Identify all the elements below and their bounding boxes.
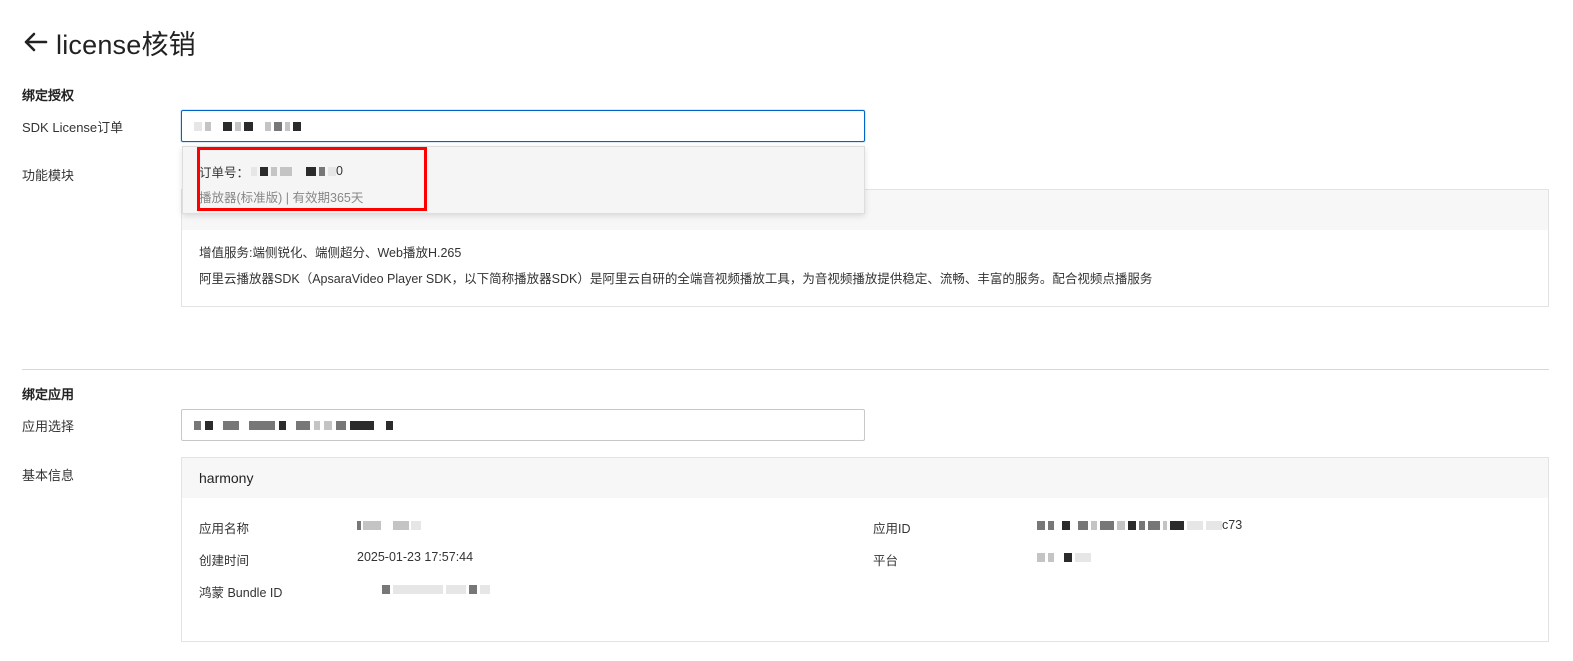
app-info-header: harmony bbox=[182, 458, 1548, 498]
section-divider bbox=[22, 369, 1549, 370]
order-option[interactable]: 订单号： 0 播放器(标准版) | 有效期365天 bbox=[199, 161, 363, 206]
app-id-value: c73 bbox=[1037, 516, 1242, 534]
masked-bundle-id bbox=[382, 580, 490, 598]
module-label: 功能模块 bbox=[22, 168, 75, 183]
page-header: license核销 bbox=[22, 24, 196, 60]
masked-order-number bbox=[251, 164, 337, 178]
masked-app-name bbox=[357, 516, 421, 534]
platform-label: 平台 bbox=[873, 554, 899, 568]
license-order-select[interactable] bbox=[181, 110, 865, 142]
page-title: license核销 bbox=[56, 29, 196, 60]
app-select-label: 应用选择 bbox=[22, 419, 75, 434]
create-time-label: 创建时间 bbox=[199, 554, 250, 568]
create-time-value: 2025-01-23 17:57:44 bbox=[357, 550, 474, 564]
module-description: 阿里云播放器SDK（ApsaraVideo Player SDK，以下简称播放器… bbox=[199, 272, 1153, 286]
bundle-id-label: 鸿蒙 Bundle ID bbox=[199, 586, 283, 600]
masked-app-value bbox=[194, 418, 393, 432]
arrow-left-icon[interactable] bbox=[22, 31, 48, 53]
order-number-label: 订单号： bbox=[199, 165, 250, 180]
order-detail: 播放器(标准版) | 有效期365天 bbox=[199, 191, 364, 205]
app-info-card: harmony 应用名称 创建时间 2025-01-23 17:57:44 鸿蒙… bbox=[181, 457, 1549, 642]
app-id-suffix: c73 bbox=[1222, 518, 1243, 532]
masked-platform bbox=[1037, 548, 1091, 566]
order-dropdown: 订单号： 0 播放器(标准版) | 有效期365天 bbox=[182, 146, 865, 214]
masked-order-value bbox=[194, 119, 301, 133]
order-label: SDK License订单 bbox=[22, 120, 124, 135]
basic-info-label: 基本信息 bbox=[22, 468, 75, 483]
value-services-text: 增值服务:端侧锐化、端侧超分、Web播放H.265 bbox=[199, 246, 462, 260]
app-name-label: 应用名称 bbox=[199, 522, 250, 536]
section-title-bind-license: 绑定授权 bbox=[22, 88, 75, 103]
section-title-bind-app: 绑定应用 bbox=[22, 387, 75, 402]
app-id-label: 应用ID bbox=[873, 522, 911, 536]
app-select[interactable] bbox=[181, 409, 865, 441]
order-number-suffix: 0 bbox=[336, 164, 343, 178]
